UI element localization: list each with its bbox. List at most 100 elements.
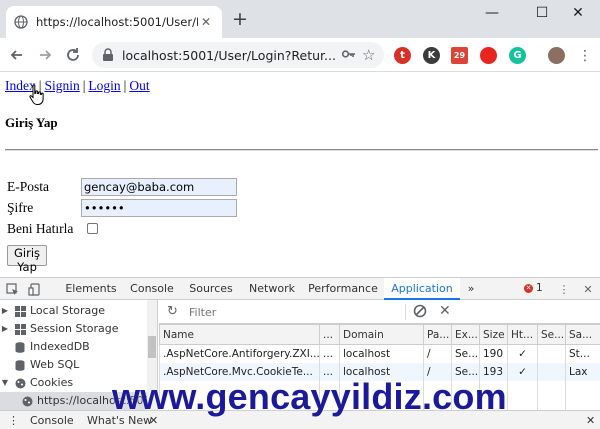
database-icon: [14, 341, 26, 353]
watermark-text: www.gencayyildiz.com: [112, 376, 507, 417]
column-header[interactable]: Pa...: [423, 324, 452, 345]
nav-separator: |: [82, 78, 86, 93]
key-icon[interactable]: [341, 48, 362, 62]
hand-cursor-icon: [29, 84, 44, 105]
adblock-extension-icon[interactable]: [480, 47, 497, 64]
browser-menu-icon[interactable]: ⋮: [578, 48, 592, 64]
forward-button[interactable]: [34, 44, 56, 66]
table-cell: [537, 362, 566, 381]
tab-title: https://localhost:5001/User/Login: [36, 15, 198, 29]
column-header[interactable]: Ex...: [451, 324, 480, 345]
reload-button[interactable]: [62, 44, 84, 66]
table-cell: ✓: [507, 344, 538, 363]
column-header[interactable]: Sa...: [565, 324, 600, 345]
column-header[interactable]: Name: [159, 324, 320, 345]
nav-links: Index | Signin | Login | Out: [5, 78, 150, 94]
cookie-filter-bar: ↻ ✕: [159, 300, 600, 324]
nav-link-signin[interactable]: Signin: [44, 78, 79, 93]
table-cell: Se...: [451, 344, 480, 363]
back-button[interactable]: [6, 44, 28, 66]
column-header[interactable]: ...: [319, 324, 340, 345]
table-cell: .AspNetCore.Antiforgery.ZXI...: [159, 344, 320, 363]
collapse-arrow-icon[interactable]: ▼: [0, 374, 10, 392]
column-header[interactable]: Se...: [537, 324, 566, 345]
sidebar-scrollbar-thumb[interactable]: [148, 336, 156, 358]
sidebar-item-local-storage[interactable]: ▶ Local Storage: [0, 302, 105, 320]
extension-t-icon[interactable]: t: [394, 47, 411, 64]
table-cell: /: [423, 344, 452, 363]
devtools-menu-icon[interactable]: ⋮: [556, 281, 572, 297]
sidebar-item-label: Web SQL: [30, 358, 80, 371]
sidebar-item-label: Local Storage: [30, 304, 106, 317]
devtools-tab-console[interactable]: Console: [124, 278, 180, 300]
table-cell: localhost: [339, 344, 424, 363]
drawer-menu-icon[interactable]: ⋮: [8, 414, 19, 427]
address-bar[interactable]: localhost:5001/User/Login?Retur... ☆: [92, 42, 384, 68]
gmail-extension-icon[interactable]: 29: [451, 47, 468, 64]
storage-grid-icon: [14, 305, 26, 317]
sidebar-item-session-storage[interactable]: ▶ Session Storage: [0, 320, 119, 338]
horizontal-rule: [5, 149, 598, 151]
reload-icon: [67, 48, 79, 61]
password-field[interactable]: [81, 199, 237, 217]
remember-me-checkbox[interactable]: [87, 223, 98, 234]
table-cell: St...: [565, 344, 600, 363]
devtools-tab-bar: Elements Console Sources Network Perform…: [0, 278, 600, 300]
extension-k-icon[interactable]: K: [423, 47, 440, 64]
devtools-tab-application[interactable]: Application: [384, 278, 460, 300]
drawer-close-icon[interactable]: ✕: [586, 414, 595, 427]
table-cell: ✓: [507, 362, 538, 381]
arrow-left-icon: [10, 50, 22, 60]
sidebar-item-indexeddb[interactable]: IndexedDB: [0, 338, 90, 356]
devtools-tab-elements[interactable]: Elements: [60, 278, 122, 300]
sidebar-item-label: Session Storage: [30, 322, 119, 335]
table-row[interactable]: .AspNetCore.Antiforgery.ZXI... ... local…: [159, 344, 600, 363]
grammarly-extension-icon[interactable]: G: [509, 47, 526, 64]
clear-all-icon[interactable]: [413, 304, 429, 320]
nav-link-login[interactable]: Login: [88, 78, 120, 93]
browser-tab[interactable]: https://localhost:5001/User/Login ✕: [6, 6, 222, 38]
expand-arrow-icon[interactable]: ▶: [0, 302, 10, 320]
nav-link-out[interactable]: Out: [129, 78, 149, 93]
sidebar-item-label: Cookies: [30, 376, 74, 389]
table-header: Name ... Domain Pa... Ex... Size Ht... S…: [159, 324, 600, 345]
device-toggle-icon[interactable]: [26, 281, 42, 297]
bookmark-star-icon[interactable]: ☆: [362, 46, 384, 64]
drawer-tab-console[interactable]: Console: [30, 414, 74, 427]
refresh-icon[interactable]: ↻: [167, 304, 183, 320]
error-counter[interactable]: ✕ 1: [524, 282, 543, 294]
devtools-tab-performance[interactable]: Performance: [304, 278, 382, 300]
table-cell: [537, 344, 566, 363]
column-header[interactable]: Ht...: [507, 324, 538, 345]
column-header[interactable]: Size: [479, 324, 508, 345]
delete-selected-icon[interactable]: ✕: [439, 303, 455, 319]
storage-grid-icon: [14, 323, 26, 335]
profile-avatar[interactable]: [548, 47, 565, 64]
tab-close-icon[interactable]: ✕: [198, 15, 214, 29]
password-label: Şifre: [7, 200, 34, 215]
nav-separator: |: [123, 78, 127, 93]
sidebar-item-web-sql[interactable]: Web SQL: [0, 356, 79, 374]
error-icon: ✕: [524, 283, 533, 293]
devtools-close-icon[interactable]: ✕: [580, 281, 596, 297]
lock-icon: [102, 48, 114, 62]
remember-me-label: Beni Hatırla: [7, 221, 74, 236]
devtools-tab-network[interactable]: Network: [242, 278, 302, 300]
expand-arrow-icon[interactable]: ▶: [0, 320, 10, 338]
new-tab-button[interactable]: +: [230, 9, 250, 29]
cookie-icon: [22, 395, 33, 407]
window-close-button[interactable]: ✕: [556, 0, 600, 28]
login-submit-button[interactable]: Giriş Yap: [7, 245, 48, 274]
more-tabs-icon[interactable]: »: [462, 278, 480, 300]
minimize-button[interactable]: —: [470, 0, 514, 28]
devtools-tab-sources[interactable]: Sources: [182, 278, 240, 300]
tab-strip: https://localhost:5001/User/Login ✕ + — …: [0, 0, 600, 38]
email-field[interactable]: [81, 178, 237, 196]
column-header[interactable]: Domain: [339, 324, 424, 345]
inspect-element-icon[interactable]: [4, 281, 20, 297]
page-title: Giriş Yap: [5, 115, 58, 130]
table-cell: 190: [479, 344, 508, 363]
page-content: Index | Signin | Login | Out Giriş Yap E-Posta…: [0, 72, 600, 277]
sidebar-item-cookies[interactable]: ▼ Cookies: [0, 374, 73, 392]
filter-input[interactable]: [189, 303, 399, 321]
